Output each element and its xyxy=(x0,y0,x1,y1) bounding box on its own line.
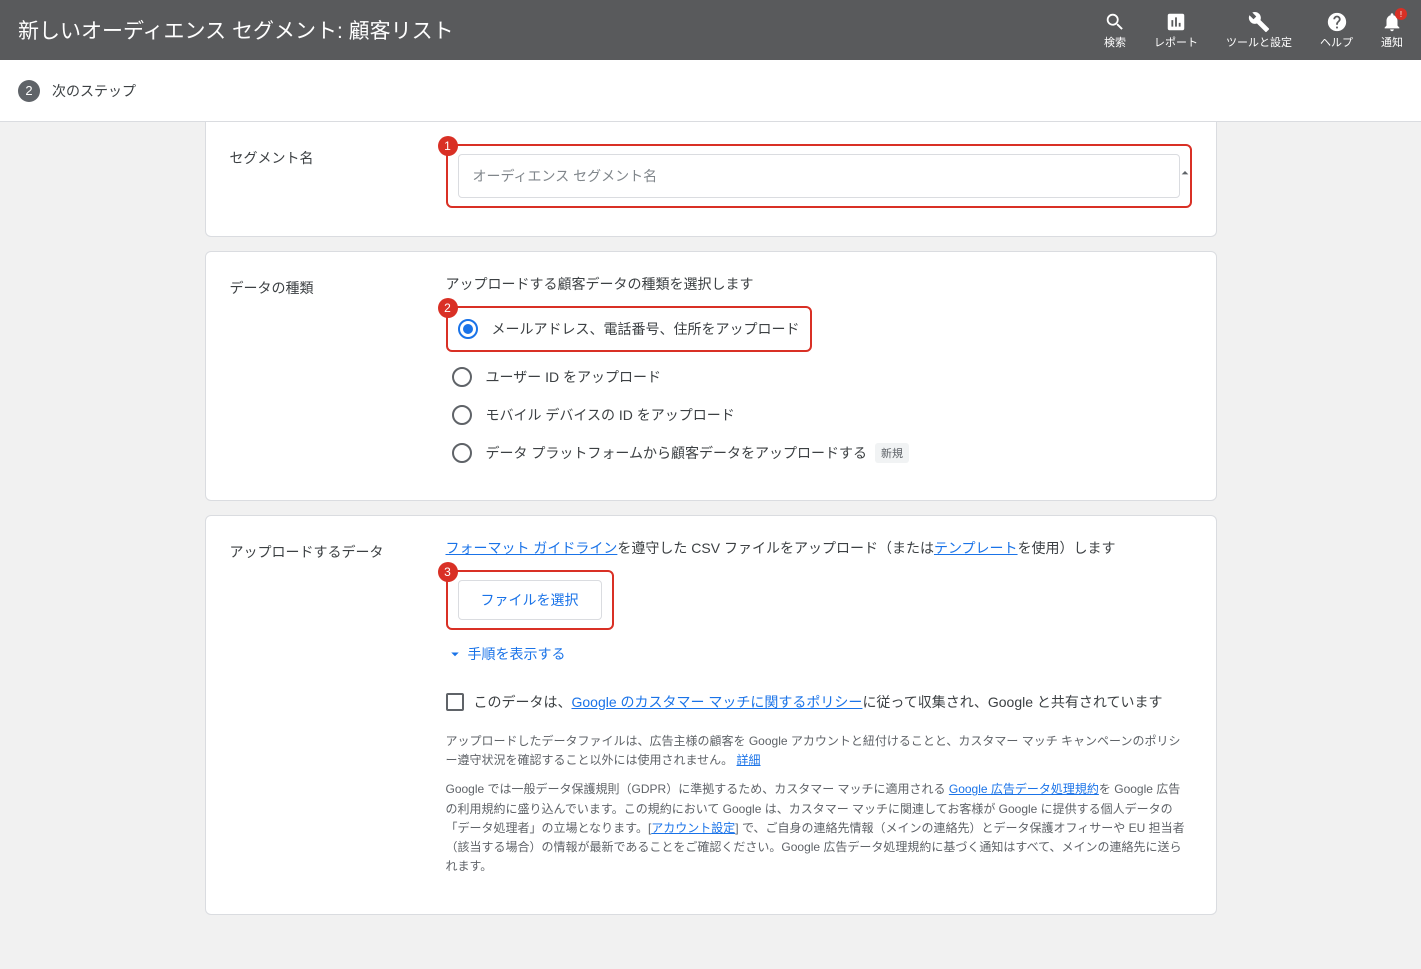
format-guidelines-link[interactable]: フォーマット ガイドライン xyxy=(446,540,618,556)
radio-data-platform[interactable]: データ プラットフォームから顧客データをアップロードする 新規 xyxy=(446,434,1192,472)
radio-label-2: モバイル デバイスの ID をアップロード xyxy=(486,405,735,425)
reports-label: レポート xyxy=(1154,34,1198,50)
notifications-label: 通知 xyxy=(1381,34,1403,50)
radio-icon xyxy=(452,443,472,463)
tools-button[interactable]: ツールと設定 xyxy=(1226,10,1292,50)
help-icon xyxy=(1326,10,1348,34)
help-label: ヘルプ xyxy=(1320,34,1353,50)
search-button[interactable]: 検索 xyxy=(1104,10,1126,50)
app-header: 新しいオーディエンス セグメント: 顧客リスト 検索 レポート ツールと設定 ヘ… xyxy=(0,0,1421,60)
upload-data-card: アップロードするデータ フォーマット ガイドラインを遵守した CSV ファイルを… xyxy=(205,515,1217,915)
page-title: 新しいオーディエンス セグメント: 顧客リスト xyxy=(18,15,1104,45)
compliance-pre: このデータは、 xyxy=(474,694,572,710)
choose-file-button[interactable]: ファイルを選択 xyxy=(458,580,602,620)
data-type-label: データの種類 xyxy=(230,274,446,472)
data-processing-terms-link[interactable]: Google 広告データ処理規約 xyxy=(949,782,1099,796)
upload-text-mid: を遵守した CSV ファイルをアップロード（または xyxy=(617,540,934,556)
reports-icon xyxy=(1165,10,1187,34)
details-link[interactable]: 詳細 xyxy=(737,753,761,767)
radio-label-1: ユーザー ID をアップロード xyxy=(486,367,662,387)
radio-icon xyxy=(452,367,472,387)
step-number: 2 xyxy=(18,80,40,102)
new-badge: 新規 xyxy=(875,443,909,463)
search-label: 検索 xyxy=(1104,34,1126,50)
help-button[interactable]: ヘルプ xyxy=(1320,10,1353,50)
data-type-prompt: アップロードする顧客データの種類を選択します xyxy=(446,274,1192,294)
show-steps-label: 手順を表示する xyxy=(468,644,566,664)
fineprint-2: Google では一般データ保護規則（GDPR）に準拠するため、カスタマー マッ… xyxy=(446,780,1192,876)
radio-icon xyxy=(452,405,472,425)
radio-label-0: メールアドレス、電話番号、住所をアップロード xyxy=(492,319,800,339)
chevron-up-icon xyxy=(1177,165,1193,181)
segment-name-card: セグメント名 1 xyxy=(205,122,1217,237)
step-label: 次のステップ xyxy=(52,81,136,101)
search-icon xyxy=(1104,10,1126,34)
radio-user-id[interactable]: ユーザー ID をアップロード xyxy=(446,358,1192,396)
radio-icon xyxy=(458,319,478,339)
customer-match-policy-link[interactable]: Google のカスタマー マッチに関するポリシー xyxy=(572,694,863,710)
alert-badge: ! xyxy=(1395,8,1407,20)
upload-instructions: フォーマット ガイドラインを遵守した CSV ファイルをアップロード（またはテン… xyxy=(446,538,1192,558)
account-settings-link[interactable]: アカウント設定 xyxy=(651,821,735,835)
upload-data-label: アップロードするデータ xyxy=(230,538,446,886)
annotation-1-num: 1 xyxy=(438,136,458,156)
template-link[interactable]: テンプレート xyxy=(934,540,1018,556)
tools-label: ツールと設定 xyxy=(1226,34,1292,50)
fineprint-1-text: アップロードしたデータファイルは、広告主様の顧客を Google アカウントと紐… xyxy=(446,734,1181,767)
radio-mobile-id[interactable]: モバイル デバイスの ID をアップロード xyxy=(446,396,1192,434)
compliance-text: このデータは、Google のカスタマー マッチに関するポリシーに従って収集され… xyxy=(474,692,1163,712)
upload-text-tail: を使用）します xyxy=(1018,540,1116,556)
data-type-card: データの種類 アップロードする顧客データの種類を選択します 2 メールアドレス、… xyxy=(205,251,1217,501)
radio-label-3: データ プラットフォームから顧客データをアップロードする xyxy=(486,443,867,463)
show-steps-toggle[interactable]: 手順を表示する xyxy=(446,644,1192,664)
radio-email-phone-address[interactable]: メールアドレス、電話番号、住所をアップロード xyxy=(452,310,806,348)
compliance-row: このデータは、Google のカスタマー マッチに関するポリシーに従って収集され… xyxy=(446,692,1192,712)
header-actions: 検索 レポート ツールと設定 ヘルプ ! 通知 xyxy=(1104,10,1403,50)
compliance-checkbox[interactable] xyxy=(446,693,464,711)
segment-name-input[interactable] xyxy=(458,154,1180,198)
chevron-down-icon xyxy=(446,645,464,663)
fineprint-1: アップロードしたデータファイルは、広告主様の顧客を Google アカウントと紐… xyxy=(446,732,1192,770)
wrench-icon xyxy=(1248,10,1270,34)
annotation-3: 3 ファイルを選択 xyxy=(446,570,614,630)
annotation-2-num: 2 xyxy=(438,298,458,318)
notifications-button[interactable]: ! 通知 xyxy=(1381,10,1403,50)
annotation-3-num: 3 xyxy=(438,562,458,582)
reports-button[interactable]: レポート xyxy=(1154,10,1198,50)
fp2-p1: Google では一般データ保護規則（GDPR）に準拠するため、カスタマー マッ… xyxy=(446,782,949,796)
segment-name-label: セグメント名 xyxy=(230,144,446,208)
compliance-post: に従って収集され、Google と共有されています xyxy=(862,694,1162,710)
content-area: セグメント名 1 データの種類 アップロードする顧客データの種類を選択します 2… xyxy=(0,122,1421,969)
collapse-toggle[interactable] xyxy=(1174,162,1196,184)
annotation-1: 1 xyxy=(446,144,1192,208)
step-bar: 2 次のステップ xyxy=(0,60,1421,122)
annotation-2: 2 メールアドレス、電話番号、住所をアップロード xyxy=(446,306,812,352)
bell-icon: ! xyxy=(1381,10,1403,34)
